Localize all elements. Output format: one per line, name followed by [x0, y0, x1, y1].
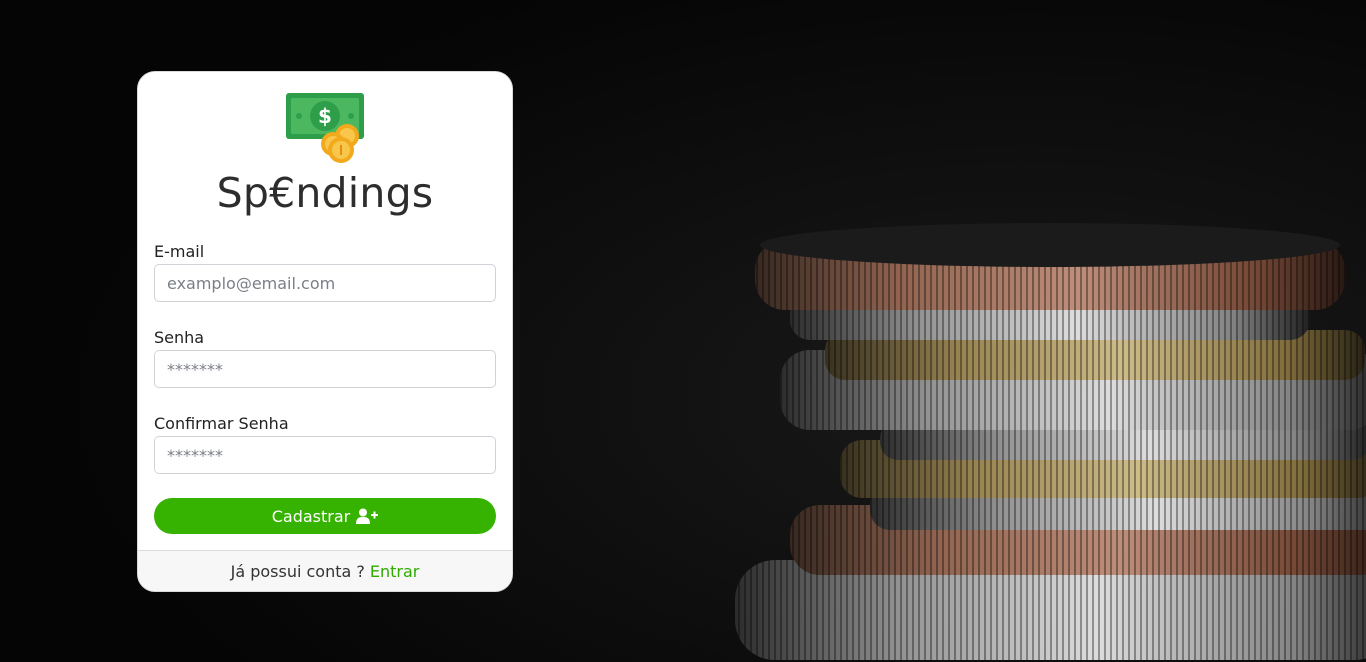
login-question: Já possui conta ? — [230, 561, 365, 581]
signup-page: $ Sp€ndings E-mail Senha Confirmar Senha… — [0, 0, 1366, 662]
confirm-password-label: Confirmar Senha — [154, 414, 289, 433]
password-input[interactable] — [154, 350, 496, 388]
confirm-password-input[interactable] — [154, 436, 496, 474]
email-label: E-mail — [154, 242, 205, 261]
password-label: Senha — [154, 328, 205, 347]
user-plus-icon — [356, 508, 379, 524]
signup-button[interactable]: Cadastrar — [154, 498, 496, 534]
money-bill-coins-icon: $ — [286, 93, 364, 163]
signup-card: $ Sp€ndings E-mail Senha Confirmar Senha… — [137, 71, 513, 592]
brand-title: Sp€ndings — [216, 169, 434, 217]
svg-text:$: $ — [318, 104, 332, 128]
email-input[interactable] — [154, 264, 496, 302]
login-link[interactable]: Entrar — [370, 562, 419, 581]
signup-button-label: Cadastrar — [271, 506, 351, 526]
login-footer: Já possui conta ? Entrar — [138, 550, 512, 591]
